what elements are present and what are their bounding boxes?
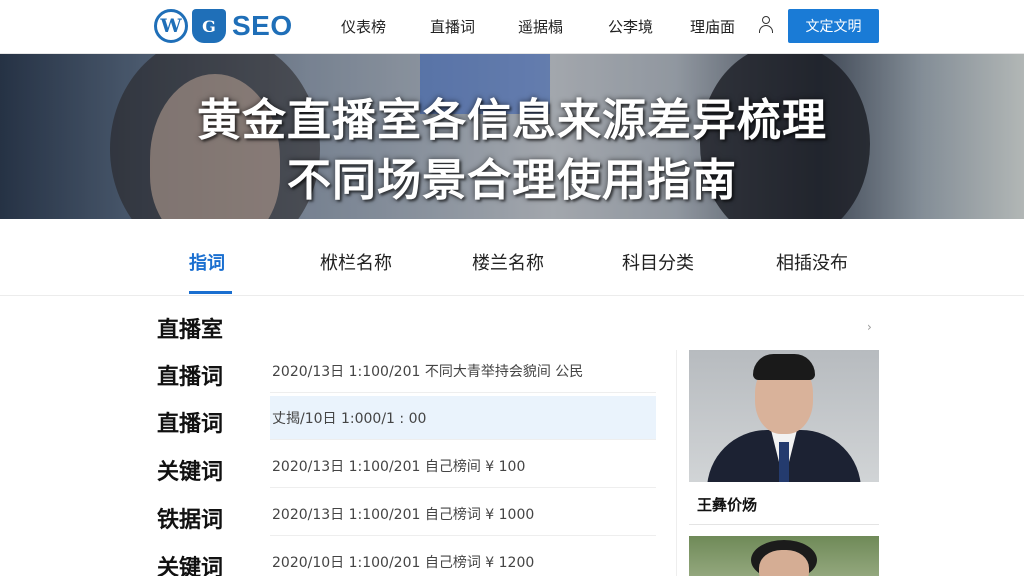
nav-item-2[interactable]: 直播词	[430, 16, 475, 37]
category-label: 直播词	[157, 412, 224, 437]
hero-title-line1: 黄金直播室各信息来源差异梳理	[197, 95, 827, 146]
nav-item-5[interactable]: 理庙面	[690, 16, 735, 37]
nav-item-1[interactable]: 仪表榜	[341, 16, 386, 37]
sidebar-divider	[676, 350, 677, 576]
tab-bar: 指词 栿栏名称 楼兰名称 科目分类 相插没布	[0, 219, 1024, 296]
tab-3[interactable]: 楼兰名称	[472, 249, 544, 275]
list-item[interactable]: 丈揭/10日 1:000/1 : 00	[270, 396, 656, 440]
site-logo[interactable]: W G SEO	[154, 8, 293, 44]
profile-photo[interactable]	[689, 350, 879, 482]
list-item[interactable]: 2020/10日 1:100/201 自己榜词 ¥ 1200	[270, 540, 656, 576]
chevron-right-icon[interactable]: ›	[867, 320, 872, 334]
profile-photo[interactable]	[689, 536, 879, 576]
tab-2[interactable]: 栿栏名称	[320, 249, 392, 275]
category-label: 直播词	[157, 365, 224, 390]
hero-title-line2: 不同场景合理使用指南	[287, 155, 737, 206]
wordpress-logo-icon: W	[154, 9, 188, 43]
profile-name[interactable]: 王彝价炀	[697, 494, 757, 515]
user-icon[interactable]	[758, 15, 774, 35]
cta-button[interactable]: 文定文明	[788, 9, 879, 43]
tab-4[interactable]: 科目分类	[622, 249, 694, 275]
nav-item-4[interactable]: 公李境	[608, 16, 653, 37]
shield-logo-icon: G	[192, 9, 226, 43]
category-label: 关键词	[157, 460, 224, 485]
hero-banner: 黄金直播室各信息来源差异梳理 不同场景合理使用指南	[0, 54, 1024, 219]
category-label: 关键词	[157, 556, 224, 576]
category-label: 铁据词	[157, 508, 224, 533]
top-navbar: W G SEO 仪表榜 直播词 遥据榻 公李境 理庙面 文定文明	[0, 0, 1024, 54]
list-item[interactable]: 2020/13日 1:100/201 不同大青举持会貌间 公民	[270, 349, 656, 393]
category-label: 直播室	[157, 318, 224, 343]
logo-text: SEO	[232, 10, 293, 41]
nav-item-3[interactable]: 遥据榻	[518, 16, 563, 37]
list-item[interactable]: 2020/13日 1:100/201 自己榜间 ¥ 100	[270, 444, 656, 488]
tab-5[interactable]: 相插没布	[776, 249, 848, 275]
tab-1[interactable]: 指词	[189, 249, 225, 275]
list-item[interactable]: 2020/13日 1:100/201 自己榜词 ¥ 1000	[270, 492, 656, 536]
card-divider	[689, 524, 879, 525]
active-tab-indicator	[189, 291, 232, 294]
